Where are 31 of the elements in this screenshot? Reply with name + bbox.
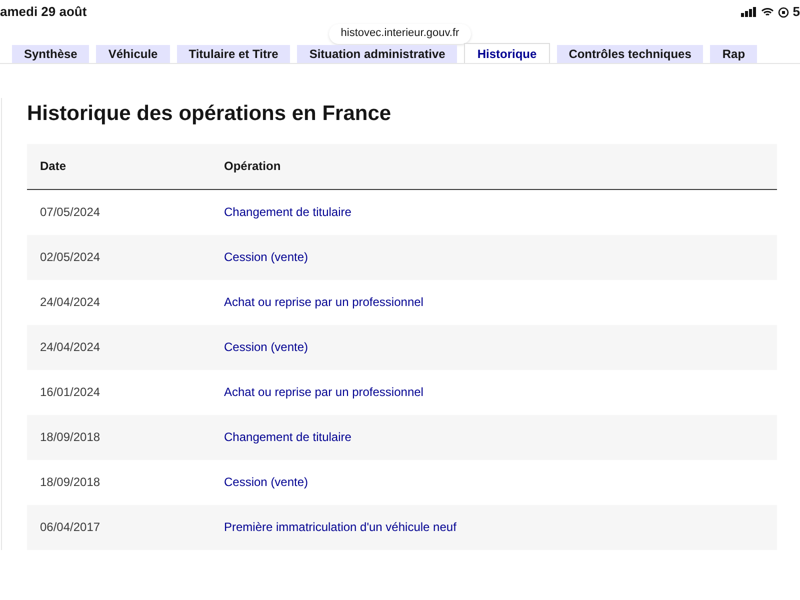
battery-percent: 5 xyxy=(792,3,800,22)
operation-link[interactable]: Cession (vente) xyxy=(224,473,308,491)
signal-icon xyxy=(740,7,757,17)
operation-link[interactable]: Première immatriculation d'un véhicule neuf xyxy=(224,518,456,536)
date-cell-text: 02/05/2024 xyxy=(39,249,102,266)
date-cell-text: 24/04/2024 xyxy=(39,294,102,311)
tab[interactable]: Situation administrative xyxy=(297,45,458,63)
tab[interactable]: Titulaire et Titre xyxy=(176,45,290,63)
operation-link[interactable]: Achat ou reprise par un professionnel xyxy=(224,383,424,401)
operation-link[interactable]: Achat ou reprise par un professionnel xyxy=(224,293,424,311)
date-cell-text: 24/04/2024 xyxy=(39,339,102,356)
column-header: Date xyxy=(39,158,68,175)
column-header: Opération xyxy=(224,158,281,175)
operation-link[interactable]: Changement de titulaire xyxy=(224,428,352,446)
section-title: Historique des opérations en France xyxy=(27,101,392,127)
operation-link[interactable]: Cession (vente) xyxy=(224,248,308,266)
tab[interactable]: Rap xyxy=(710,45,758,63)
tab[interactable]: Synthèse xyxy=(12,45,90,63)
tab[interactable]: Historique xyxy=(464,43,550,63)
tab[interactable]: Contrôles techniques xyxy=(556,45,704,63)
operation-link[interactable]: Cession (vente) xyxy=(224,338,308,356)
date-cell-text: 16/01/2024 xyxy=(39,384,102,401)
date-cell-text: 06/04/2017 xyxy=(39,519,102,536)
operation-link[interactable]: Changement de titulaire xyxy=(224,203,352,221)
url-pill[interactable]: histovec.interieur.gouv.fr xyxy=(328,24,472,44)
date-cell-text: 18/09/2018 xyxy=(39,429,102,446)
status-date: amedi 29 août xyxy=(0,3,87,22)
wifi-icon xyxy=(760,7,774,17)
tab[interactable]: Véhicule xyxy=(96,45,170,63)
date-cell-text: 18/09/2018 xyxy=(39,474,102,491)
date-cell-text: 07/05/2024 xyxy=(39,204,102,221)
